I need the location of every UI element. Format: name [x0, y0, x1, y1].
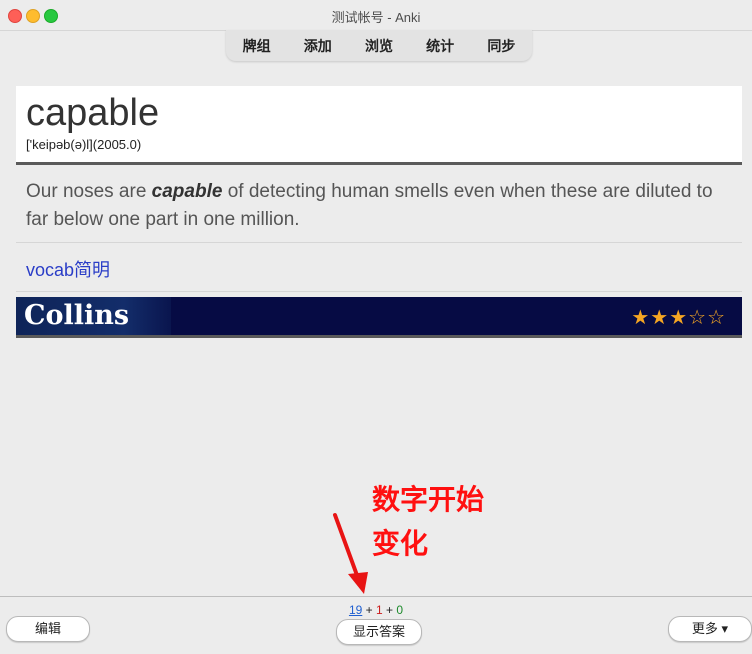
toolbar-stats[interactable]: 统计 [426, 36, 454, 56]
example-sentence: Our noses are capable of detecting human… [26, 178, 736, 234]
toolbar-add[interactable]: 添加 [304, 36, 332, 56]
show-answer-button[interactable]: 显示答案 [336, 619, 422, 645]
learning-count: 1 [375, 603, 383, 617]
divider [16, 242, 742, 243]
plus-sign: + [362, 603, 376, 617]
due-counts: 19 + 1 + 0 [0, 603, 752, 617]
collins-banner: Collins ★★★☆☆ [16, 297, 742, 338]
more-button[interactable]: 更多 ▾ [668, 616, 752, 642]
new-count[interactable]: 19 [349, 603, 362, 617]
plus-sign: + [382, 603, 397, 617]
annotation-line-1: 数字开始 [372, 484, 485, 515]
card-phonetic: ['keipəb(ə)l](2005.0) [26, 137, 142, 152]
toolbar-browse[interactable]: 浏览 [365, 36, 393, 56]
annotation-text: 数字开始 变化 [372, 478, 512, 566]
window-title: 测试帐号 - Anki [331, 10, 421, 25]
word-card: capable ['keipəb(ə)l](2005.0) [16, 86, 742, 165]
toolbar-sync[interactable]: 同步 [487, 36, 515, 56]
review-count: 0 [396, 603, 404, 617]
annotation-line-2: 变化 [372, 528, 429, 559]
example-before: Our noses are [26, 181, 152, 202]
collins-logo: Collins [24, 300, 130, 331]
divider [16, 291, 742, 292]
star-rating: ★★★☆☆ [631, 307, 726, 329]
toolbar-decks[interactable]: 牌组 [243, 36, 271, 56]
vocab-link[interactable]: vocab简明 [26, 256, 110, 282]
main-toolbar: 牌组 添加 浏览 统计 同步 [226, 30, 532, 61]
title-bar: 测试帐号 - Anki [0, 0, 752, 31]
edit-button[interactable]: 编辑 [6, 616, 90, 642]
card-word: capable [26, 92, 160, 134]
red-arrow-icon [333, 513, 368, 594]
example-highlight: capable [151, 181, 223, 202]
